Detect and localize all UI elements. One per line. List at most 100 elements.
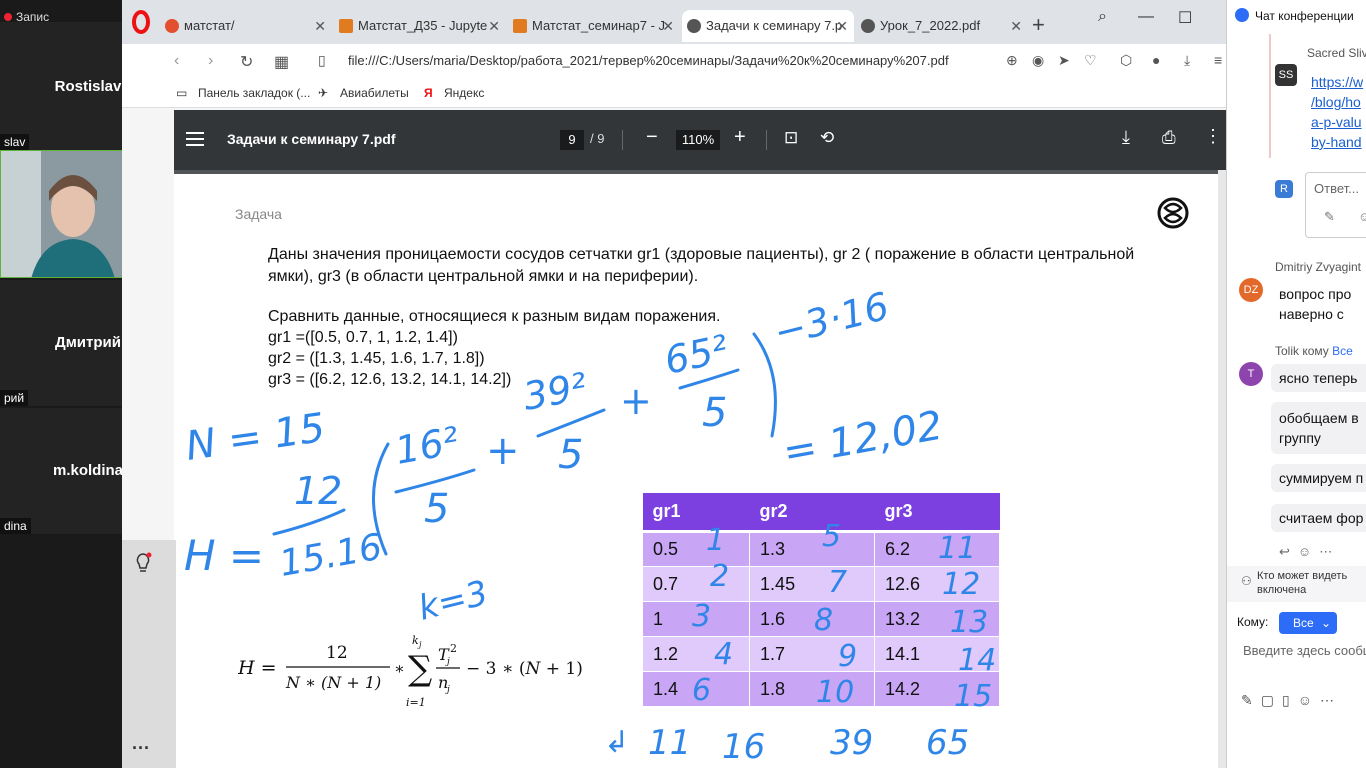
table-header: gr3 xyxy=(874,493,1000,533)
more-options-icon[interactable]: ⋮ xyxy=(1204,126,1222,147)
zoom-level-input[interactable]: 110% xyxy=(676,130,720,150)
task-text-line: Сравнить данные, относящиеся к разным ви… xyxy=(268,308,721,325)
chat-link-line[interactable]: a-p-valu xyxy=(1311,114,1362,130)
reply-icon[interactable]: ↩ xyxy=(1279,544,1298,559)
bookmark-yandex[interactable]: Яндекс xyxy=(444,86,484,100)
tab-urok7[interactable]: Урок_7_2022.pdf ✕ xyxy=(856,10,1028,42)
table-cell: 1.4 xyxy=(641,671,751,707)
back-icon[interactable]: ‹ xyxy=(174,52,179,70)
table-cell: 6.2 xyxy=(874,531,1000,567)
more-icon[interactable]: ⋯ xyxy=(1320,692,1342,708)
meeting-chat-panel: Чат конференции Sacred Sliv SS https://w… xyxy=(1226,0,1366,768)
emoji-icon[interactable]: ☺ xyxy=(1298,692,1320,708)
person-icon: ⚇ xyxy=(1241,574,1252,588)
annotation-h-den: 15.16 xyxy=(276,527,385,585)
bookmark-panel[interactable]: Панель закладок (... xyxy=(198,86,310,100)
fraction-line-t3 xyxy=(678,368,740,390)
fit-page-icon[interactable]: ⊡ xyxy=(784,128,798,148)
knot-logo-icon xyxy=(1157,197,1189,229)
screenshot-icon[interactable]: ▢ xyxy=(1261,692,1282,708)
new-tab-button[interactable]: + xyxy=(1032,10,1045,40)
reload-icon[interactable]: ↻ xyxy=(240,52,253,72)
download-icon[interactable]: ⤓ xyxy=(1184,52,1190,69)
globe-icon xyxy=(861,19,875,33)
download-icon[interactable]: ⤓ xyxy=(1122,127,1130,148)
table-row: 1.2 1.7 14.1 xyxy=(641,636,1000,672)
page-total: / 9 xyxy=(590,131,605,146)
hamburger-menu-icon[interactable] xyxy=(186,132,204,146)
pdf-viewer[interactable]: Задача Даны значения проницаемости сосуд… xyxy=(174,170,1228,768)
maximize-icon[interactable]: ☐ xyxy=(1178,8,1192,28)
recipient-value: Все xyxy=(1293,616,1314,630)
annotation-result: = 12,02 xyxy=(780,403,946,476)
tab-label: Матстат_Д35 - Jupyte xyxy=(358,18,488,33)
speed-dial-icon[interactable]: ▦ xyxy=(274,52,289,72)
recipient-select[interactable]: Все ⌄ xyxy=(1279,612,1337,634)
opera-logo-icon[interactable] xyxy=(132,10,150,34)
sum-gr2: 39 xyxy=(830,723,873,763)
tab-zadachi[interactable]: Задачи к семинару 7.p ✕ xyxy=(682,10,854,42)
page-number-input[interactable]: 9 xyxy=(560,130,584,150)
format-icon[interactable]: ✎ xyxy=(1324,209,1335,225)
reply-input[interactable]: Ответ... ✎ ☺ xyxy=(1305,172,1366,238)
annotation-term3-num: 65² xyxy=(661,327,732,383)
zoom-icon[interactable]: ⊕ xyxy=(1006,52,1018,69)
forward-icon[interactable]: › xyxy=(208,52,213,70)
gr3-data: gr3 = ([6.2, 12.6, 13.2, 14.1, 14.2]) xyxy=(268,371,512,388)
more-icon[interactable]: ··· xyxy=(132,738,150,759)
sum-gr3: 65 xyxy=(926,723,969,763)
globe-icon xyxy=(687,19,701,33)
svg-text:∑: ∑ xyxy=(408,649,432,689)
menu-icon[interactable]: ≡ xyxy=(1214,52,1222,68)
search-icon[interactable]: ⌕ xyxy=(1098,8,1107,26)
pdf-title: Задачи к семинару 7.pdf xyxy=(227,131,396,147)
lightbulb-icon[interactable] xyxy=(134,552,152,576)
heart-icon[interactable]: ♡ xyxy=(1084,52,1097,69)
profile-icon[interactable]: ● xyxy=(1152,52,1160,68)
zoom-out-button[interactable]: − xyxy=(646,126,658,149)
emoji-icon[interactable]: ☺ xyxy=(1358,209,1366,224)
emoji-icon[interactable]: ☺ xyxy=(1298,544,1319,559)
annotation-term1-num: 16² xyxy=(392,418,462,472)
chat-link-line[interactable]: https://w xyxy=(1311,74,1363,90)
table-cell: 1.6 xyxy=(749,601,876,637)
close-icon[interactable]: ✕ xyxy=(1010,10,1022,42)
send-icon[interactable]: ➤ xyxy=(1058,52,1070,69)
divider xyxy=(622,130,623,150)
divider xyxy=(766,130,767,150)
h-statistic-formula: H = 12 N ∗ (N + 1) ∗ ∑ k j i=1 T j 2 n j… xyxy=(238,634,583,709)
close-icon[interactable]: ✕ xyxy=(662,10,674,42)
close-icon[interactable]: ✕ xyxy=(836,10,848,42)
tab-favicon-icon xyxy=(339,19,353,33)
chat-message-line: наверно с xyxy=(1279,306,1344,322)
close-icon[interactable]: ✕ xyxy=(488,10,500,42)
rotate-icon[interactable]: ⟲ xyxy=(820,128,834,148)
table-header-row: gr1 gr2 gr3 xyxy=(642,493,1000,533)
file-icon[interactable]: ▯ xyxy=(1282,692,1298,708)
visibility-line: включена xyxy=(1257,584,1307,596)
bookmark-aviabilety[interactable]: Авиабилеты xyxy=(340,86,409,100)
message-reactions[interactable]: ↩☺⋯ xyxy=(1279,544,1340,560)
plus-1: + xyxy=(486,428,520,474)
cube-icon[interactable]: ⬡ xyxy=(1120,52,1132,69)
format-icon[interactable]: ✎ xyxy=(1241,692,1261,708)
tab-matstat-seminar7[interactable]: Матстат_семинар7 - J ✕ xyxy=(508,10,680,42)
table-cell: 0.7 xyxy=(641,566,751,602)
camera-icon[interactable]: ◉ xyxy=(1032,52,1044,69)
visibility-note: Кто может видеть включена ⚇ xyxy=(1227,566,1366,602)
fraction-line-h xyxy=(272,508,346,536)
chat-link-line[interactable]: by-hand xyxy=(1311,134,1362,150)
minimize-icon[interactable]: — xyxy=(1138,8,1154,26)
zoom-in-button[interactable]: + xyxy=(734,126,746,149)
close-icon[interactable]: ✕ xyxy=(314,10,326,42)
print-icon[interactable]: ⎙ xyxy=(1162,128,1176,148)
table-row: 1.4 1.8 14.2 xyxy=(641,671,1000,707)
sum-gr1: 16 xyxy=(722,727,765,767)
tab-matstat-d35[interactable]: Матстат_Д35 - Jupyte ✕ xyxy=(334,10,506,42)
table-cell: 1.45 xyxy=(749,566,876,602)
chat-message-input[interactable]: Введите здесь сообщ xyxy=(1243,643,1366,658)
chat-link-line[interactable]: /blog/ho xyxy=(1311,94,1361,110)
more-icon[interactable]: ⋯ xyxy=(1319,544,1340,559)
url-field[interactable]: file:///C:/Users/maria/Desktop/работа_20… xyxy=(348,53,949,68)
tab-matstat[interactable]: матстат/ ✕ xyxy=(160,10,332,42)
